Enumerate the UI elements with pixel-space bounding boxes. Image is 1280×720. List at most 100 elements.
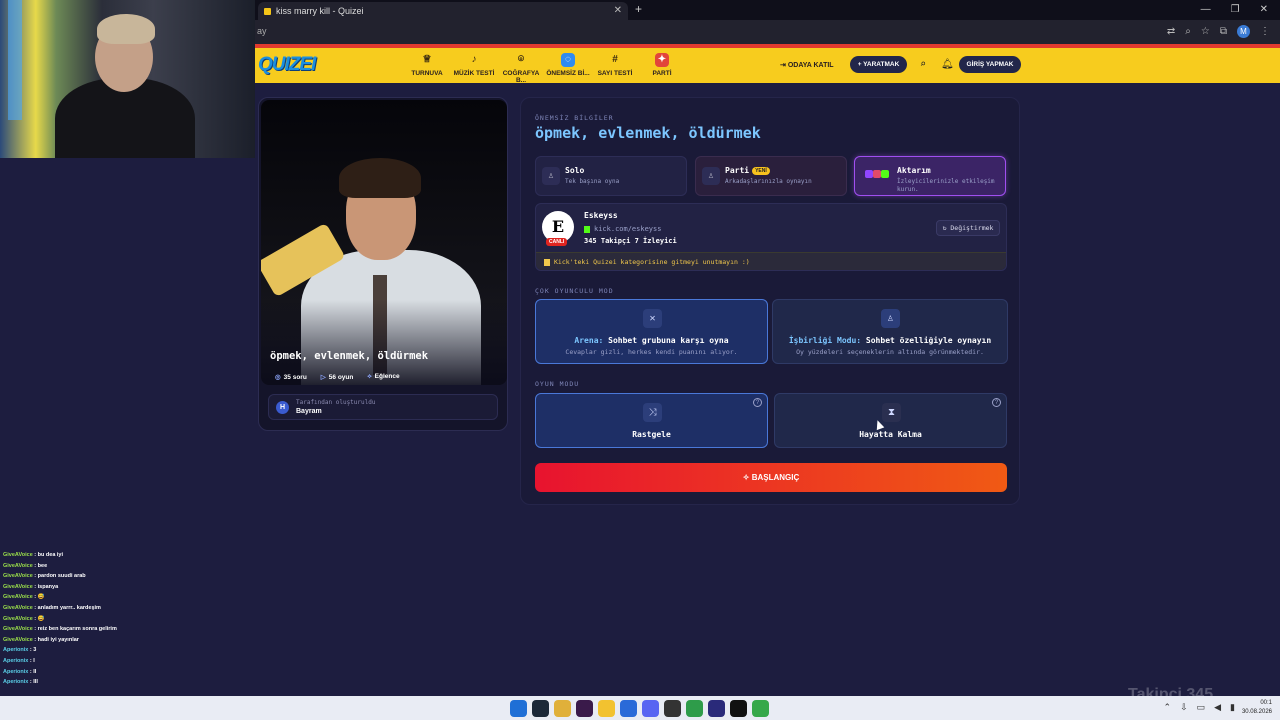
chat-text: pardon suudi arab (37, 573, 86, 580)
quiz-card-title: öpmek, evlenmek, öldürmek (270, 350, 429, 362)
chevron-up-icon[interactable]: ⌃ (1164, 702, 1172, 713)
mode-parti[interactable]: ♙ Parti YENİ Arkadaşlarınızla oynayın (695, 156, 847, 196)
stream-chat-overlay: GiveAVoice : bu dea iyi GiveAVoice : bee G… (3, 550, 253, 688)
search-icon[interactable]: ⌕ (920, 59, 926, 70)
chat-text: reiz ben kaçarım sonra gelirim (37, 626, 117, 633)
nav-parti[interactable]: ✦ PARTİ (640, 53, 684, 77)
chat-text: bu dea iyi (37, 552, 64, 558)
quizei-logo[interactable]: QUIZEI (258, 54, 316, 76)
start-icon[interactable] (510, 700, 527, 717)
mode-solo[interactable]: ♙ Solo Tek başına oyna (535, 156, 687, 196)
users-icon: ♙ (702, 167, 720, 185)
survival-label: Hayatta Kalma (859, 430, 922, 439)
system-clock[interactable]: 00:1 30.08.2026 (1242, 699, 1272, 717)
arena-title: Arena: Sohbet grubuna karşı oyna (536, 336, 767, 345)
extensions-icon[interactable]: ⧉ (1220, 26, 1227, 37)
streamer-link[interactable]: kick.com/eskeyss (584, 225, 661, 233)
arena-mode-option[interactable]: ✕ Arena: Sohbet grubuna karşı oyna Cevap… (535, 299, 768, 364)
new-badge: YENİ (752, 166, 770, 175)
streamer-link-text: kick.com/eskeyss (594, 225, 662, 233)
discord-icon[interactable] (642, 700, 659, 717)
close-tab-icon[interactable]: ✕ (614, 5, 622, 16)
steam-icon[interactable] (532, 700, 549, 717)
obs-icon[interactable] (708, 700, 725, 717)
premiere-icon[interactable] (576, 700, 593, 717)
browser-icon[interactable] (686, 700, 703, 717)
epic-icon[interactable] (664, 700, 681, 717)
chat-text: hadi iyi yayınlar (37, 636, 79, 643)
chat-text: 😅 (37, 594, 45, 601)
chat-message: GiveAVoice : bu dea iyi (3, 552, 64, 558)
app-icon[interactable] (730, 700, 747, 717)
browser-tab[interactable]: kiss marry kill - Quizei ✕ (258, 2, 628, 20)
coop-title-text: Sohbet özelliğiyle oynayın (865, 336, 992, 345)
help-icon[interactable]: ? (753, 398, 762, 407)
taskbar-apps (510, 700, 769, 717)
nav-label: TURNUVA (411, 70, 443, 77)
quiz-meta: ◎ 35 soru ▷ 56 oyun ⟡ Eğlence (275, 373, 400, 381)
creator-box[interactable]: H Tarafından oluşturuldu Bayram (268, 394, 498, 420)
arena-subtitle: Cevaplar gizli, herkes kendi puanını alı… (565, 348, 738, 356)
mode-aktarim[interactable]: Aktarım İzleyicilerinizle etkileşim kuru… (854, 156, 1006, 196)
profile-avatar[interactable]: M (1237, 25, 1250, 38)
nav-muzik-testi[interactable]: ♪ MÜZİK TESTİ (452, 53, 496, 77)
favicon-icon (264, 8, 271, 15)
join-room-button[interactable]: ⇥ ODAYA KATIL (780, 61, 834, 69)
hash-icon: # (612, 54, 618, 65)
quiz-cover-image (261, 100, 507, 385)
calculator-icon[interactable] (620, 700, 637, 717)
chat-username: Aperionix (3, 668, 29, 675)
nav-sayi-testi[interactable]: # SAYI TESTİ (593, 53, 637, 77)
chat-text: III (33, 679, 38, 686)
bell-icon[interactable]: 🔔︎ (941, 59, 954, 70)
chat-text: I (33, 657, 35, 664)
arena-prefix: Arena: (574, 336, 604, 345)
chat-username: GiveAVoice (3, 615, 33, 622)
minimize-icon[interactable]: — (1201, 4, 1211, 15)
users-icon: ♙ (881, 309, 900, 328)
nav-turnuva[interactable]: ♕ TURNUVA (405, 53, 449, 77)
chat-username: GiveAVoice (3, 604, 33, 611)
nav-label: PARTİ (652, 70, 672, 77)
start-button[interactable]: ✧ BAŞLANGIÇ (535, 463, 1007, 492)
chrome-active-icon[interactable] (752, 700, 769, 717)
chat-text: bee (37, 562, 48, 569)
chat-text: 3 (33, 647, 37, 654)
chat-username: Aperionix (3, 679, 29, 686)
maximize-icon[interactable]: ❐ (1231, 4, 1240, 15)
star-icon[interactable]: ☆ (1201, 26, 1210, 37)
nav-label: SAYI TESTİ (597, 70, 633, 77)
coop-mode-option[interactable]: ♙ İşbirliği Modu: Sohbet özelliğiyle oyn… (772, 299, 1008, 364)
close-window-icon[interactable]: ✕ (1260, 4, 1268, 15)
menu-icon[interactable]: ⋮ (1260, 26, 1270, 37)
nav-label: COĞRAFYA B... (502, 70, 540, 84)
translate-icon[interactable]: ⇄ (1167, 26, 1175, 37)
clock-date: 30.08.2026 (1241, 709, 1272, 715)
volume-icon[interactable]: ◀︎ (1214, 702, 1221, 713)
zoom-icon[interactable]: ⌕ (1185, 26, 1191, 37)
login-button[interactable]: GİRİŞ YAPMAK (959, 56, 1021, 73)
mode-subtitle: Arkadaşlarınızla oynayın (725, 178, 812, 185)
new-tab-button[interactable]: + (635, 2, 642, 16)
nav-onemsiz-bilgiler[interactable]: ◌ ÖNEMSİZ Bİ... (546, 53, 590, 77)
nav-label: ÖNEMSİZ Bİ... (546, 70, 590, 77)
folder-icon[interactable] (598, 700, 615, 717)
random-mode-option[interactable]: ⤨ Rastgele ? (535, 393, 768, 448)
window-controls: — ❐ ✕ (1201, 4, 1268, 15)
network-icon[interactable]: ▭ (1197, 702, 1206, 713)
kick-reminder: Kick'teki Quizei kategorisine gitmeyi un… (536, 252, 1006, 270)
help-icon[interactable]: ? (992, 398, 1001, 407)
download-icon[interactable]: ⇩ (1180, 702, 1188, 713)
change-streamer-button[interactable]: ↻ Değiştirmek (936, 220, 1000, 236)
create-button[interactable]: + YARATMAK (850, 56, 907, 73)
battery-icon[interactable]: ▮ (1230, 702, 1235, 713)
url-text[interactable]: ay (257, 26, 267, 36)
chrome-icon[interactable] (554, 700, 571, 717)
arena-title-text: Sohbet grubuna karşı oyna (608, 336, 729, 345)
nav-cografya[interactable]: ⌾ COĞRAFYA B... (499, 53, 543, 84)
browser-tab-bar: kiss marry kill - Quizei ✕ + — ❐ ✕ (255, 0, 1280, 20)
sparkle-icon: ✧ (742, 473, 752, 482)
chat-username: Aperionix (3, 657, 29, 664)
survival-mode-option[interactable]: ⧗ Hayatta Kalma ? (774, 393, 1007, 448)
category-tag[interactable]: ⟡ Eğlence (367, 373, 399, 381)
